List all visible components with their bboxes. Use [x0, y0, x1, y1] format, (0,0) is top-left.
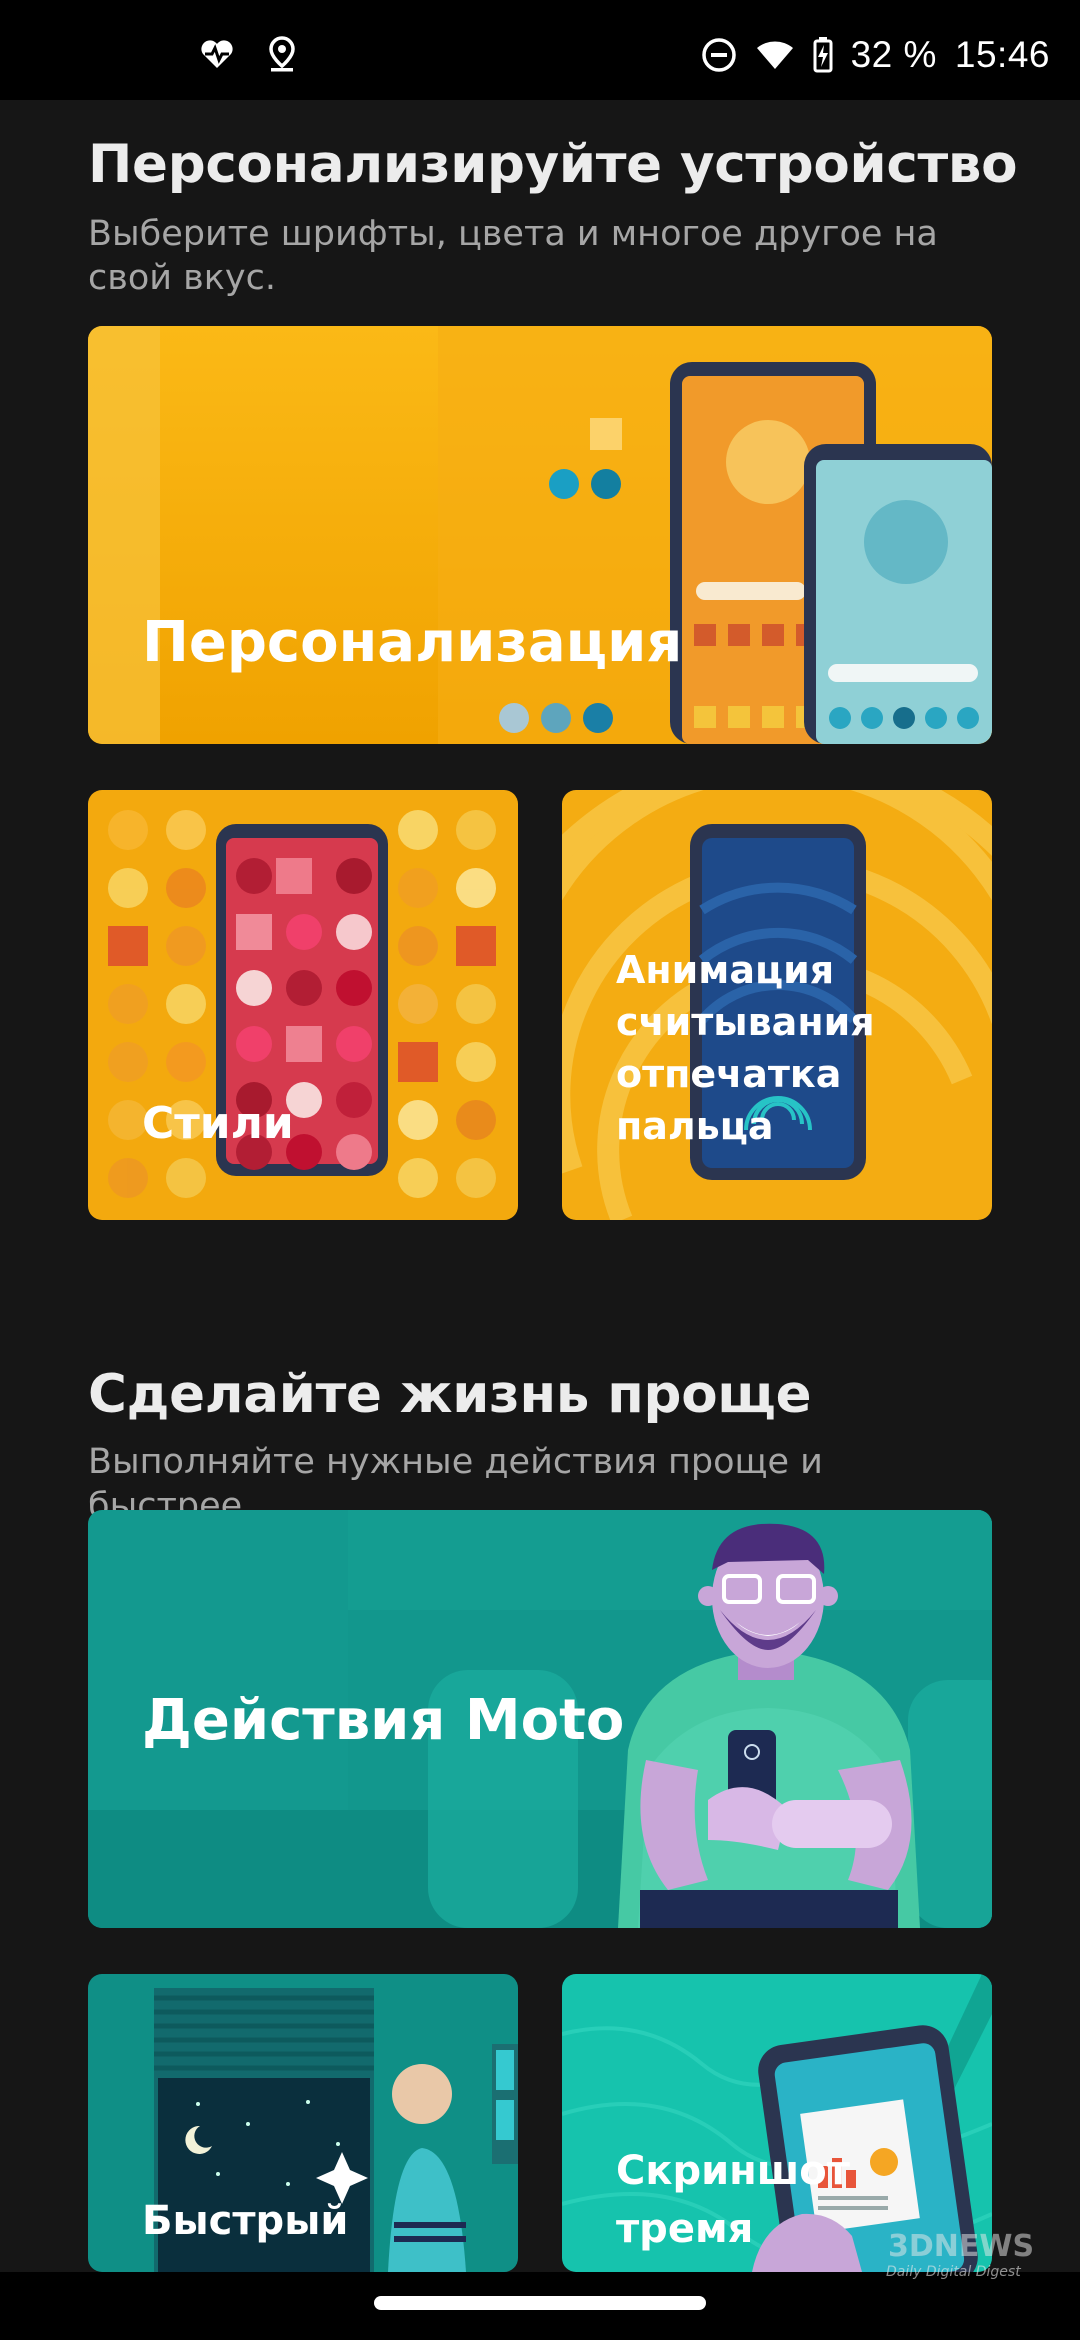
heart-pulse-icon: [200, 39, 234, 69]
personalization-illustration: [88, 326, 992, 744]
home-gesture-handle[interactable]: [374, 2296, 706, 2310]
do-not-disturb-icon: [701, 37, 737, 73]
section-title-personalize: Персонализируйте устройство: [88, 134, 1018, 195]
section-subtitle-personalize: Выберите шрифты, цвета и многое другое н…: [88, 214, 938, 298]
section-title-simplify: Сделайте жизнь проще: [88, 1364, 812, 1425]
fingerprint-animation-label: Анимация считывания отпечатка пальца: [616, 948, 875, 1148]
styles-label: Стили: [142, 1098, 294, 1149]
styles-card[interactable]: Стили: [88, 790, 518, 1220]
quick-action-card[interactable]: Быстрый: [88, 1974, 518, 2272]
watermark-brand: 3DNEWS: [888, 2229, 1034, 2264]
quick-action-label: Быстрый: [142, 2198, 349, 2244]
personalization-card[interactable]: Персонализация: [88, 326, 992, 744]
battery-charging-icon: [813, 37, 833, 73]
clock: 15:46: [954, 34, 1050, 75]
wifi-icon: [755, 39, 795, 71]
moto-actions-card[interactable]: Действия Moto: [88, 1510, 992, 1928]
status-bar: 32 % 15:46: [0, 0, 1080, 100]
moto-actions-label: Действия Moto: [142, 1688, 625, 1753]
fingerprint-animation-card[interactable]: Анимация считывания отпечатка пальца: [562, 790, 992, 1220]
location-pin-icon: [268, 36, 296, 72]
personalization-label: Персонализация: [142, 610, 683, 675]
battery-percent: 32 %: [850, 34, 937, 75]
three-finger-screenshot-label: Скриншот тремя: [616, 2148, 850, 2252]
styles-illustration: [88, 790, 518, 1220]
watermark-tagline: Daily Digital Digest: [886, 2264, 1021, 2280]
watermark-logo: 3DNEWS Daily Digital Digest: [872, 2222, 1057, 2282]
